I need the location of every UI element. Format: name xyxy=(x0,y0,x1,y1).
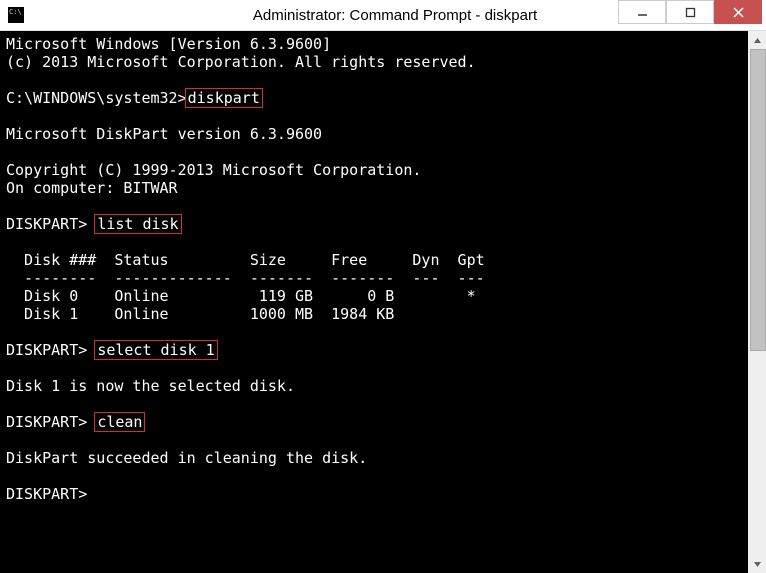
console-output[interactable]: Microsoft Windows [Version 6.3.9600] (c)… xyxy=(0,31,748,573)
scroll-up-icon[interactable] xyxy=(748,31,766,49)
diskpart-prompt: DISKPART> xyxy=(6,215,96,233)
command-highlight-diskpart: diskpart xyxy=(185,88,263,108)
titlebar[interactable]: Administrator: Command Prompt - diskpart xyxy=(0,0,766,31)
command-highlight-listdisk: list disk xyxy=(94,214,181,234)
scroll-down-icon[interactable] xyxy=(748,555,766,573)
command-highlight-clean: clean xyxy=(94,412,145,432)
window-frame: Administrator: Command Prompt - diskpart… xyxy=(0,0,766,573)
diskpart-prompt: DISKPART> xyxy=(6,413,96,431)
text-line: Copyright (C) 1999-2013 Microsoft Corpor… xyxy=(6,161,421,179)
scroll-thumb[interactable] xyxy=(750,49,766,351)
text-line: DiskPart succeeded in cleaning the disk. xyxy=(6,449,367,467)
minimize-button[interactable] xyxy=(618,0,666,24)
text-line: Microsoft Windows [Version 6.3.9600] xyxy=(6,35,331,53)
cmd-icon xyxy=(8,7,24,23)
table-row: Disk 0 Online 119 GB 0 B * xyxy=(6,287,476,305)
prompt-path: C:\WINDOWS\system32> xyxy=(6,89,187,107)
client-area: Microsoft Windows [Version 6.3.9600] (c)… xyxy=(0,31,766,573)
diskpart-prompt: DISKPART> xyxy=(6,341,96,359)
text-line: Disk 1 is now the selected disk. xyxy=(6,377,295,395)
text-line: (c) 2013 Microsoft Corporation. All righ… xyxy=(6,53,476,71)
vertical-scrollbar[interactable] xyxy=(748,31,766,573)
maximize-button[interactable] xyxy=(666,0,714,24)
command-highlight-selectdisk: select disk 1 xyxy=(94,340,217,360)
scroll-track[interactable] xyxy=(748,49,766,555)
text-line: Microsoft DiskPart version 6.3.9600 xyxy=(6,125,322,143)
table-row: Disk 1 Online 1000 MB 1984 KB xyxy=(6,305,394,323)
close-button[interactable] xyxy=(714,0,762,24)
window-controls xyxy=(618,0,762,24)
text-line: On computer: BITWAR xyxy=(6,179,178,197)
diskpart-prompt-final: DISKPART> xyxy=(6,485,87,503)
table-header: Disk ### Status Size Free Dyn Gpt xyxy=(6,251,485,269)
table-separator: -------- ------------- ------- ------- -… xyxy=(6,269,485,287)
